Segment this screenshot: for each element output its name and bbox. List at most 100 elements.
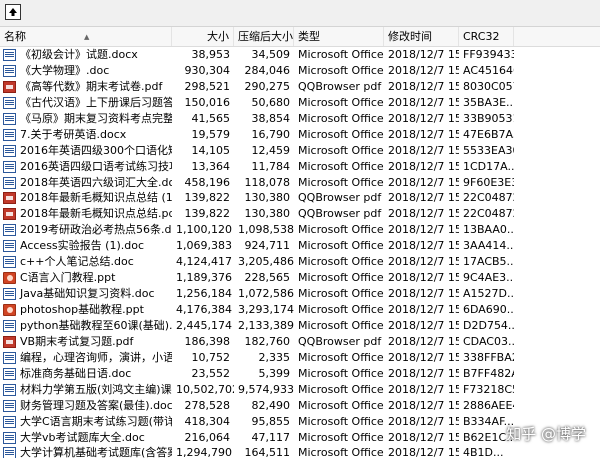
file-packed-size: 95,855 xyxy=(251,414,291,428)
file-size: 2,445,174 xyxy=(176,318,232,332)
file-modified: 2018/12/7 15... xyxy=(388,255,459,269)
file-modified: 2018/12/7 15... xyxy=(388,334,459,348)
file-name: 2018年英语四六级词汇大全.doc xyxy=(20,175,172,189)
column-name[interactable]: 名称 ▲ xyxy=(0,27,172,46)
file-modified: 2018/12/7 15... xyxy=(388,63,459,77)
file-row[interactable]: 2019考研政治必考热点56条.docx 1,100,120 1,098,538 Mi… xyxy=(0,222,600,238)
file-modified: 2018/12/7 15... xyxy=(388,414,459,428)
file-row[interactable]: C语言入门教程.ppt 1,189,376 228,565 Microsoft Off… xyxy=(0,270,600,286)
doc-file-icon xyxy=(3,351,16,364)
file-crc32: A1527D... xyxy=(463,287,514,301)
file-packed-size: 118,078 xyxy=(244,175,291,189)
file-size: 1,100,120 xyxy=(176,223,232,237)
file-size: 19,579 xyxy=(191,127,231,141)
file-size: 930,304 xyxy=(184,63,231,77)
file-name: 2016年英语四级300个口语化短语... xyxy=(20,143,172,157)
file-type: Microsoft Office ... xyxy=(298,111,384,125)
file-type: Microsoft Office ... xyxy=(298,63,384,77)
file-size: 14,105 xyxy=(191,143,231,157)
file-name-cell: 7.关于考研英语.docx xyxy=(0,127,172,143)
file-packed-size: 924,711 xyxy=(244,239,291,253)
file-size: 139,822 xyxy=(184,191,231,205)
file-name-cell: 2016年英语四级300个口语化短语... xyxy=(0,143,172,159)
file-row[interactable]: 《初级会计》试题.docx 38,953 34,509 Microsoft Offic… xyxy=(0,47,600,63)
file-name-cell: 标准商务基础日语.doc xyxy=(0,366,172,382)
file-row[interactable]: 财务管理习题及答案(最佳).doc 278,528 82,490 Microsoft … xyxy=(0,398,600,414)
file-modified: 2018/12/7 15... xyxy=(388,318,459,332)
file-name: 《马原》期末复习资料考点完整.docx xyxy=(20,111,172,125)
file-row[interactable]: Access实验报告 (1).doc 1,069,383 924,711 Micros… xyxy=(0,238,600,254)
file-name: C语言入门教程.ppt xyxy=(20,271,116,285)
file-packed-size: 1,072,586 xyxy=(238,287,294,301)
file-name-cell: 2018年最新毛概知识点总结.pdf xyxy=(0,206,172,222)
file-name: c++个人笔记总结.doc xyxy=(20,255,134,269)
file-type: Microsoft Office ... xyxy=(298,287,384,301)
file-type: Microsoft Office ... xyxy=(298,127,384,141)
file-modified: 2018/12/7 15... xyxy=(388,382,459,396)
file-row[interactable]: 材料力学第五版(刘鸿文主编)课后答... 10,502,702 9,574,933 M… xyxy=(0,382,600,398)
file-size: 23,552 xyxy=(191,366,231,380)
file-row[interactable]: VB期末考试复习题.pdf 186,398 182,760 QQBrowser pdf… xyxy=(0,334,600,350)
up-folder-button[interactable] xyxy=(5,4,21,20)
file-name: 7.关于考研英语.docx xyxy=(20,127,127,141)
file-modified: 2018/12/7 15... xyxy=(388,239,459,253)
file-packed-size: 228,565 xyxy=(244,271,291,285)
file-packed-size: 2,335 xyxy=(258,350,291,364)
column-crc32[interactable]: CRC32 xyxy=(459,27,514,46)
file-name-cell: photoshop基础教程.ppt xyxy=(0,302,172,318)
file-row[interactable]: 2016英语四级口语考试练习技巧.d... 13,364 11,784 Microso… xyxy=(0,159,600,175)
doc-file-icon xyxy=(3,96,16,109)
file-row[interactable]: photoshop基础教程.ppt 4,176,384 3,293,174 Micro… xyxy=(0,302,600,318)
file-row[interactable]: 《高等代数》期末考试卷.pdf 298,521 290,275 QQBrowser p… xyxy=(0,79,600,95)
file-name: 《大学物理》.doc xyxy=(20,63,110,77)
file-packed-size: 11,784 xyxy=(251,159,291,173)
doc-file-icon xyxy=(3,256,16,269)
file-row[interactable]: 《马原》期末复习资料考点完整.docx 41,565 38,854 Microsoft… xyxy=(0,111,600,127)
file-type: QQBrowser pdf ... xyxy=(298,79,384,93)
file-packed-size: 182,760 xyxy=(244,334,291,348)
doc-file-icon xyxy=(3,64,16,77)
doc-file-icon xyxy=(3,112,16,125)
file-name: 大学vb考试题库大全.doc xyxy=(20,430,145,444)
doc-file-icon xyxy=(3,367,16,380)
file-type: QQBrowser pdf ... xyxy=(298,334,384,348)
file-crc32: 8030C057 xyxy=(463,79,514,93)
file-row[interactable]: 2016年英语四级300个口语化短语... 14,105 12,459 Microso… xyxy=(0,143,600,159)
pdf-file-icon xyxy=(3,80,16,93)
file-packed-size: 50,680 xyxy=(251,95,291,109)
file-row[interactable]: 2018年最新毛概知识点总结.pdf 139,822 130,380 QQBrowse… xyxy=(0,206,600,222)
file-type: Microsoft Office ... xyxy=(298,143,384,157)
file-size: 4,124,417 xyxy=(176,255,232,269)
file-crc32: 6DA690... xyxy=(463,303,514,316)
file-modified: 2018/12/7 15... xyxy=(388,398,459,412)
file-modified: 2018/12/7 15... xyxy=(388,303,459,316)
file-modified: 2018/12/7 15... xyxy=(388,287,459,301)
file-crc32: D2D754... xyxy=(463,318,514,332)
file-name: 《高等代数》期末考试卷.pdf xyxy=(20,79,163,93)
file-packed-size: 164,511 xyxy=(244,446,291,458)
file-row[interactable]: c++个人笔记总结.doc 4,124,417 3,205,486 Microsoft… xyxy=(0,254,600,270)
column-type[interactable]: 类型 xyxy=(294,27,384,46)
file-crc32: 3AA414... xyxy=(463,239,514,253)
file-modified: 2018/12/7 15... xyxy=(388,191,459,205)
file-row[interactable]: 大学计算机基础考试题库(含答案)... 1,294,790 164,511 Micro… xyxy=(0,445,600,458)
column-modified[interactable]: 修改时间 xyxy=(384,27,459,46)
file-size: 38,953 xyxy=(191,48,231,61)
file-row[interactable]: 2018年英语四六级词汇大全.doc 458,196 118,078 Microsof… xyxy=(0,175,600,191)
file-row[interactable]: 7.关于考研英语.docx 19,579 16,790 Microsoft Offic… xyxy=(0,127,600,143)
column-packed-size[interactable]: 压缩后大小 xyxy=(234,27,294,46)
file-name: 2019考研政治必考热点56条.docx xyxy=(20,223,172,237)
file-row[interactable]: python基础教程至60课(基础).docx 2,445,174 2,133,38… xyxy=(0,318,600,334)
file-row[interactable]: 2018年最新毛概知识点总结 (1).pdf 139,822 130,380 QQBr… xyxy=(0,190,600,206)
column-size[interactable]: 大小 xyxy=(172,27,234,46)
file-row[interactable]: 标准商务基础日语.doc 23,552 5,399 Microsoft Office … xyxy=(0,366,600,382)
file-row[interactable]: Java基础知识复习资料.doc 1,256,184 1,072,586 Micros… xyxy=(0,286,600,302)
file-row[interactable]: 编程，心理咨询师，演讲，小语种... 10,752 2,335 Microsoft O… xyxy=(0,350,600,366)
file-type: Microsoft Office ... xyxy=(298,48,384,61)
file-name-cell: 2018年最新毛概知识点总结 (1).pdf xyxy=(0,190,172,206)
doc-file-icon xyxy=(3,224,16,237)
file-name: 材料力学第五版(刘鸿文主编)课后答... xyxy=(20,382,172,396)
file-crc32: 33B90531 xyxy=(463,111,514,125)
file-row[interactable]: 《古代汉语》上下册课后习题答案(... 150,016 50,680 Microsof… xyxy=(0,95,600,111)
file-row[interactable]: 《大学物理》.doc 930,304 284,046 Microsoft Office… xyxy=(0,63,600,79)
